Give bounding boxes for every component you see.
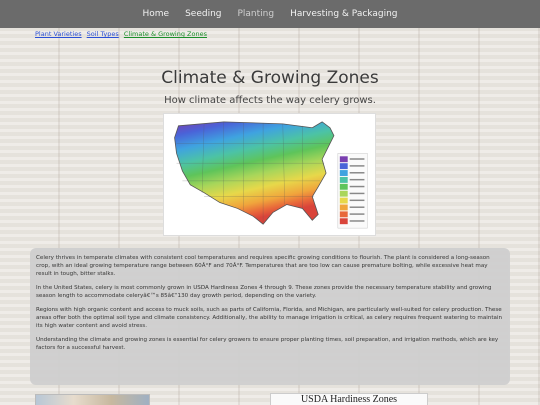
map-thumbnail-left — [35, 394, 150, 405]
nav-harvesting-packaging[interactable]: Harvesting & Packaging — [290, 9, 397, 19]
paragraph-regions: Regions with high organic content and ac… — [36, 307, 503, 329]
breadcrumb: Plant Varieties Soil Types Climate & Gro… — [35, 30, 210, 38]
breadcrumb-climate-growing-zones[interactable]: Climate & Growing Zones — [124, 30, 207, 38]
usda-zones-thumbnail: USDA Hardiness Zones — [270, 393, 428, 405]
paragraph-climate-intro: Celery thrives in temperate climates wit… — [36, 255, 490, 277]
paragraph-usda-zones: In the United States, celery is most com… — [36, 285, 492, 299]
nav-planting[interactable]: Planting — [237, 9, 274, 19]
hardiness-zone-map-image — [163, 113, 376, 236]
usda-zones-thumbnail-title: USDA Hardiness Zones — [300, 394, 398, 405]
page-subtitle: How climate affects the way celery grows… — [164, 95, 376, 106]
nav-seeding[interactable]: Seeding — [185, 9, 221, 19]
usa-map-icon — [174, 121, 368, 229]
paragraph-summary: Understanding the climate and growing zo… — [36, 337, 499, 351]
breadcrumb-plant-varieties[interactable]: Plant Varieties — [35, 30, 82, 38]
map-legend — [337, 153, 368, 229]
nav-home[interactable]: Home — [142, 9, 169, 19]
content-panel: Celery thrives in temperate climates wit… — [30, 248, 510, 385]
breadcrumb-soil-types[interactable]: Soil Types — [87, 30, 119, 38]
page-title: Climate & Growing Zones — [161, 68, 379, 88]
top-navbar: Home Seeding Planting Harvesting & Packa… — [0, 0, 540, 28]
